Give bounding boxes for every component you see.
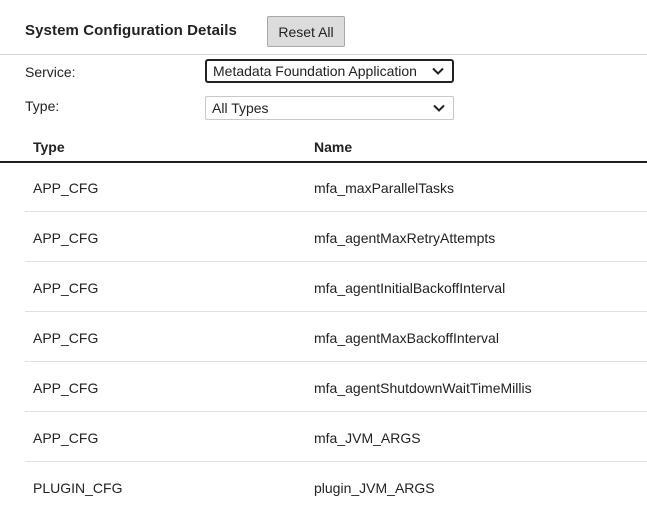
row-type-cell: APP_CFG	[33, 180, 99, 196]
chevron-down-icon	[433, 104, 445, 112]
table-row[interactable]: APP_CFG mfa_maxParallelTasks	[25, 162, 647, 212]
table-row[interactable]: APP_CFG mfa_agentInitialBackoffInterval	[25, 262, 647, 312]
system-configuration-page: System Configuration Details Reset All S…	[0, 0, 647, 515]
table-row[interactable]: APP_CFG mfa_JVM_ARGS	[25, 412, 647, 462]
row-name-cell: mfa_agentShutdownWaitTimeMillis	[314, 380, 532, 396]
row-name-cell: mfa_JVM_ARGS	[314, 430, 421, 446]
row-name-cell: mfa_agentMaxBackoffInterval	[314, 330, 499, 346]
page-title: System Configuration Details	[25, 22, 238, 39]
table-row[interactable]: APP_CFG mfa_agentMaxBackoffInterval	[25, 312, 647, 362]
type-select-value: All Types	[212, 100, 269, 116]
row-type-cell: APP_CFG	[33, 380, 99, 396]
service-select[interactable]: Metadata Foundation Application	[205, 59, 454, 83]
table-header: Type Name	[0, 132, 647, 163]
type-label: Type:	[25, 98, 60, 114]
table-row[interactable]: APP_CFG mfa_agentShutdownWaitTimeMillis	[25, 362, 647, 412]
row-name-cell: mfa_maxParallelTasks	[314, 180, 455, 196]
reset-all-button[interactable]: Reset All	[267, 16, 345, 47]
chevron-down-icon	[432, 67, 444, 75]
row-name-cell: mfa_agentInitialBackoffInterval	[314, 280, 506, 296]
row-type-cell: APP_CFG	[33, 280, 99, 296]
column-header-type[interactable]: Type	[33, 139, 65, 155]
table-row[interactable]: PLUGIN_CFG plugin_JVM_ARGS	[25, 462, 647, 512]
header-bar: System Configuration Details Reset All	[0, 0, 647, 55]
service-select-value: Metadata Foundation Application	[213, 63, 417, 79]
service-label: Service:	[25, 64, 76, 80]
column-header-name[interactable]: Name	[314, 139, 352, 155]
row-type-cell: APP_CFG	[33, 330, 99, 346]
row-name-cell: plugin_JVM_ARGS	[314, 480, 435, 496]
row-name-cell: mfa_agentMaxRetryAttempts	[314, 230, 496, 246]
row-type-cell: PLUGIN_CFG	[33, 480, 123, 496]
config-table-body: APP_CFG mfa_maxParallelTasks APP_CFG mfa…	[25, 162, 647, 512]
row-type-cell: APP_CFG	[33, 430, 99, 446]
type-select[interactable]: All Types	[205, 96, 454, 120]
table-row[interactable]: APP_CFG mfa_agentMaxRetryAttempts	[25, 212, 647, 262]
row-type-cell: APP_CFG	[33, 230, 99, 246]
